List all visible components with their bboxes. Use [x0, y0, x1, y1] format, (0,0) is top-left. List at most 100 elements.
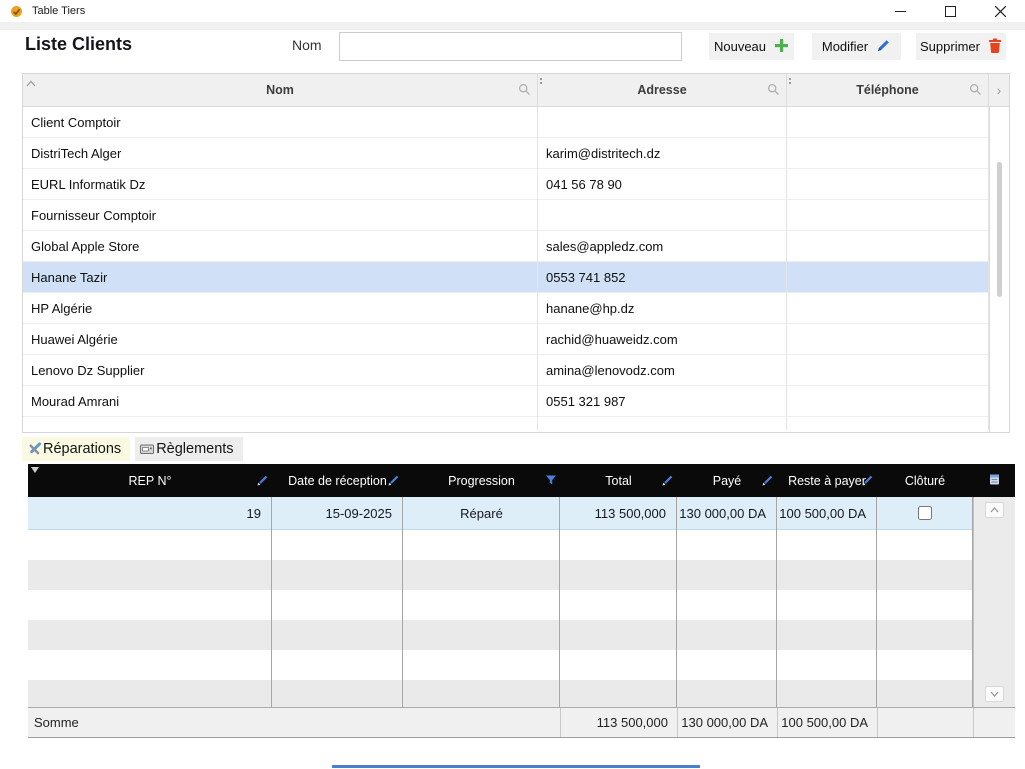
cell-adresse [538, 107, 787, 138]
plus-icon [774, 38, 789, 56]
app-window: Table Tiers Liste Clients Nom Nouveau Mo… [0, 0, 1025, 769]
maximize-button[interactable] [925, 0, 975, 22]
table-row[interactable]: Client Comptoir [23, 107, 989, 138]
cell-telephone [787, 293, 989, 324]
column-header-label: Nom [266, 83, 294, 97]
filter-funnel-icon[interactable] [545, 474, 557, 489]
edit-button[interactable]: Modifier [812, 33, 901, 60]
column-resize-grip[interactable] [789, 78, 791, 80]
cell-reste-a-payer: 100 500,00 DA [777, 497, 877, 529]
minimize-button[interactable] [875, 0, 925, 22]
repairs-table-footer: Somme 113 500,000 130 000,00 DA 100 500,… [28, 707, 1015, 738]
app-icon [10, 5, 23, 18]
scrollbar-thumb[interactable] [997, 162, 1002, 297]
sort-ascending-icon [26, 76, 36, 90]
table-row[interactable]: Fournisseur Comptoir [23, 200, 989, 231]
column-separator [402, 497, 403, 707]
cell-nom: Client Comptoir [23, 107, 538, 138]
cell-telephone [787, 200, 989, 231]
filter-pen-icon[interactable] [387, 474, 400, 490]
table-row[interactable]: Huawei Algérie rachid@huaweidz.com [23, 324, 989, 355]
name-filter-input[interactable] [339, 32, 682, 61]
empty-row [28, 620, 973, 650]
table-row[interactable]: DistriTech Alger karim@distritech.dz [23, 138, 989, 169]
cell-nom: Mourad Amrani [23, 386, 538, 417]
search-icon[interactable] [518, 83, 531, 99]
tools-icon [26, 441, 42, 457]
column-header-paye[interactable]: Payé [677, 464, 777, 497]
cell-total: 113 500,000 [560, 497, 677, 529]
table-row-selected[interactable]: Hanane Tazir 0553 741 852 [23, 262, 989, 293]
window-controls [875, 0, 1025, 22]
column-header-rep-no[interactable]: REP N° [28, 464, 272, 497]
search-icon[interactable] [767, 83, 780, 99]
vertical-scrollbar[interactable] [973, 497, 1015, 707]
column-header-telephone[interactable]: Téléphone [787, 74, 989, 106]
filter-pen-icon[interactable] [256, 474, 269, 490]
cell-nom: Huawei Algérie [23, 324, 538, 355]
delete-button-label: Supprimer [920, 39, 980, 54]
column-header-date-reception[interactable]: Date de réception [272, 464, 403, 497]
clients-table-body: Client Comptoir DistriTech Alger karim@d… [23, 107, 989, 430]
column-header-label: Clôturé [905, 474, 945, 488]
trash-icon [988, 38, 1002, 56]
clients-table: Nom Adresse Téléphone › Client Comptoir [22, 73, 1010, 433]
scroll-up-button[interactable] [985, 502, 1004, 518]
column-resize-grip[interactable] [540, 78, 542, 80]
delete-button[interactable]: Supprimer [916, 33, 1006, 60]
cell-nom: Hanane Tazir [23, 262, 538, 293]
empty-row [28, 560, 973, 590]
cell-nom: DistriTech Alger [23, 138, 538, 169]
cell-nom: HP Algérie [23, 293, 538, 324]
cell-telephone [787, 169, 989, 200]
new-button[interactable]: Nouveau [709, 33, 794, 60]
search-icon[interactable] [969, 83, 982, 99]
next-column-chevron-icon[interactable]: › [989, 74, 1009, 106]
column-header-cloture[interactable]: Clôturé [877, 464, 973, 497]
cell-nom: Global Apple Store [23, 231, 538, 262]
column-header-label: REP N° [129, 474, 172, 488]
table-row[interactable]: Global Apple Store sales@appledz.com [23, 231, 989, 262]
tab-reparations[interactable]: Réparations [22, 437, 130, 461]
column-header-total[interactable]: Total [560, 464, 677, 497]
tab-label: Réparations [43, 441, 121, 457]
filter-pen-icon[interactable] [761, 474, 774, 490]
window-title: Table Tiers [32, 5, 85, 17]
cell-telephone [787, 138, 989, 169]
filter-pen-icon[interactable] [861, 474, 874, 490]
table-row[interactable]: Mourad Amrani 0551 321 987 [23, 386, 989, 417]
repair-row-selected[interactable]: 19 15-09-2025 Réparé 113 500,000 130 000… [28, 497, 973, 530]
column-header-progression[interactable]: Progression [403, 464, 560, 497]
column-chooser-cell [973, 464, 1015, 497]
column-header-nom[interactable]: Nom [23, 74, 538, 106]
empty-row [28, 530, 973, 560]
column-header-label: Date de réception [288, 474, 387, 488]
table-row[interactable]: EURL Informatik Dz 041 56 78 90 [23, 169, 989, 200]
cell-adresse: amina@lenovodz.com [538, 355, 787, 386]
edit-button-label: Modifier [822, 39, 868, 54]
cell-telephone [787, 355, 989, 386]
scroll-down-button[interactable] [985, 686, 1004, 702]
cell-nom: Fournisseur Comptoir [23, 200, 538, 231]
cell-adresse: hanane@hp.dz [538, 293, 787, 324]
footer-somme-label: Somme [28, 708, 272, 737]
table-row[interactable]: Lenovo Dz Supplier amina@lenovodz.com [23, 355, 989, 386]
empty-row [28, 680, 973, 707]
cell-adresse: karim@distritech.dz [538, 138, 787, 169]
cell-paye: 130 000,00 DA [677, 497, 777, 529]
close-button[interactable] [975, 0, 1025, 22]
cell-progression: Réparé [403, 497, 560, 529]
column-header-adresse[interactable]: Adresse [538, 74, 787, 106]
vertical-scrollbar[interactable] [989, 107, 1009, 432]
column-header-reste-a-payer[interactable]: Reste à payer [777, 464, 877, 497]
repairs-table-header: REP N° Date de réception Progression Tot… [28, 464, 1015, 497]
filter-pen-icon[interactable] [661, 474, 674, 490]
cloture-checkbox[interactable] [918, 506, 932, 520]
cell-nom: EURL Informatik Dz [23, 169, 538, 200]
cell-nom: Lenovo Dz Supplier [23, 355, 538, 386]
cell-adresse: sales@appledz.com [538, 231, 787, 262]
tab-reglements[interactable]: Règlements [135, 437, 242, 461]
cell-telephone [787, 107, 989, 138]
table-row[interactable]: HP Algérie hanane@hp.dz [23, 293, 989, 324]
column-chooser-icon[interactable] [988, 473, 1001, 489]
